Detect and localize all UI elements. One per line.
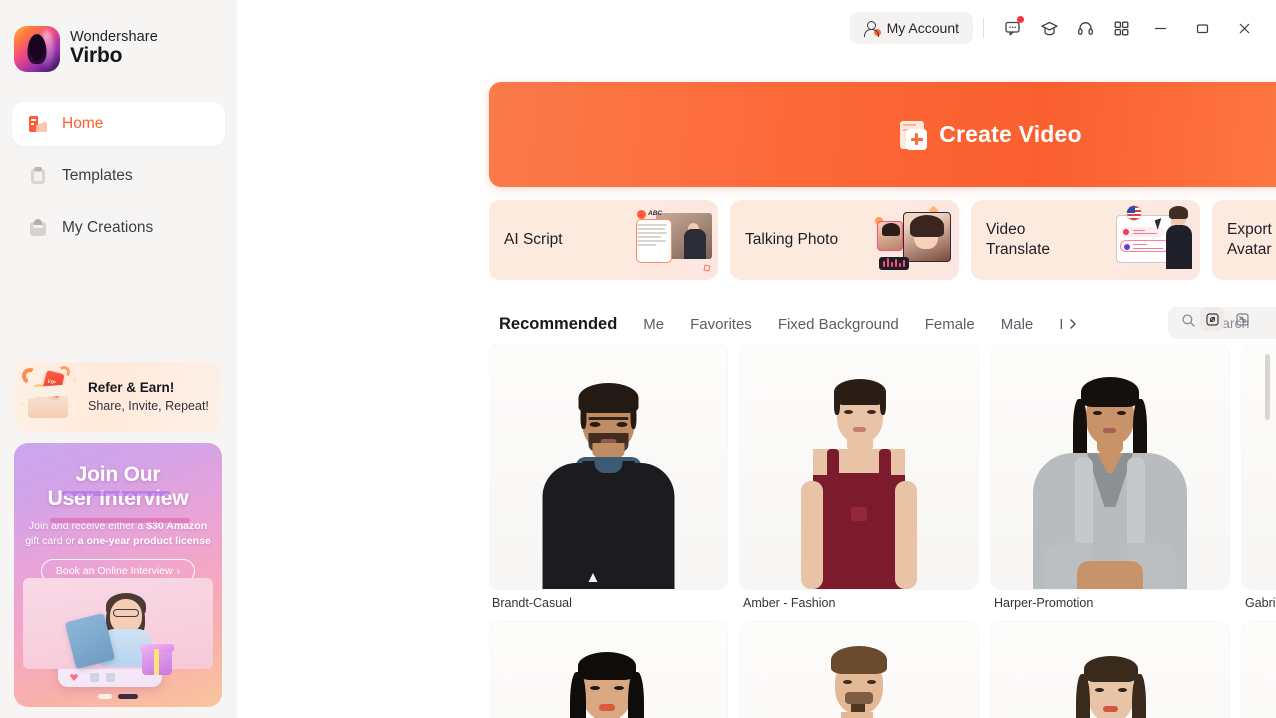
- avatar-card[interactable]: Brandt-Casual: [489, 344, 727, 610]
- my-account-label: My Account: [886, 20, 959, 36]
- tab-female[interactable]: Female: [925, 316, 991, 333]
- title-underline-2: [50, 518, 190, 523]
- interview-title-line1: Join Our: [75, 463, 161, 486]
- avatar-thumbnail: [1242, 344, 1276, 589]
- create-video-label: Create Video: [939, 121, 1082, 147]
- apps-grid-icon[interactable]: [1104, 12, 1138, 44]
- avatar-name: Gabriel-Business: [1245, 596, 1276, 610]
- avatar-card[interactable]: Amber - Fashion: [740, 344, 978, 610]
- tab-me[interactable]: Me: [643, 316, 680, 333]
- feature-card-talking-photo-label: Talking Photo: [745, 231, 839, 249]
- feature-card-talking-photo[interactable]: Talking Photo: [730, 200, 959, 280]
- avatar-grid[interactable]: Brandt-Casual Amber - Fashion Harper-Pro…: [489, 344, 1276, 718]
- headphones-support-icon[interactable]: [1068, 12, 1102, 44]
- banner-pagination-dots: [14, 694, 222, 699]
- tab-male[interactable]: Male: [1001, 316, 1050, 333]
- virbo-logo-icon: [14, 26, 60, 72]
- interview-sub-mid: or: [62, 535, 78, 548]
- avatar-card[interactable]: [489, 622, 727, 718]
- avatar-card[interactable]: [991, 622, 1229, 718]
- avatar-card[interactable]: Gabriel-Business: [1242, 344, 1276, 610]
- landscape-ratio-button[interactable]: [1230, 307, 1254, 331]
- avatar-thumbnail: [740, 344, 978, 589]
- feature-card-export-avatar-label-1: Export: [1227, 221, 1272, 239]
- search-icon: [1181, 313, 1196, 333]
- my-creations-icon: [28, 218, 48, 238]
- feature-cards-carousel: AI Script ABC Talking Photo Video Transl…: [489, 200, 1276, 280]
- tab-fixed-background[interactable]: Fixed Background: [778, 316, 915, 333]
- avatar-thumbnail: [489, 344, 727, 589]
- notification-badge: [1017, 16, 1024, 23]
- banner-dot-1[interactable]: [98, 694, 112, 699]
- gift-box-icon: [14, 362, 86, 432]
- sidebar-nav: Home Templates My Creations: [0, 102, 237, 250]
- minimize-button[interactable]: [1140, 12, 1180, 44]
- grid-scrollbar[interactable]: [1265, 350, 1270, 718]
- brand-name-bottom: Virbo: [70, 44, 123, 68]
- interview-subtitle: Join and receive either a $30 Amazon gif…: [24, 519, 212, 549]
- my-account-button[interactable]: My Account: [849, 12, 973, 44]
- avatar-card[interactable]: Harper-Promotion: [991, 344, 1229, 610]
- sidebar-item-my-creations[interactable]: My Creations: [12, 206, 225, 250]
- avatar-name: Harper-Promotion: [994, 596, 1094, 610]
- avatar-thumbnail: [1242, 622, 1276, 718]
- avatar-name: Amber - Fashion: [743, 596, 836, 610]
- feature-card-ai-script[interactable]: AI Script ABC: [489, 200, 718, 280]
- tab-favorites[interactable]: Favorites: [690, 316, 768, 333]
- feature-card-video-translate-label-2: Translate: [986, 241, 1051, 258]
- ai-script-art: ABC: [634, 207, 712, 273]
- avatar-thumbnail: [489, 622, 727, 718]
- avatar-thumbnail: [991, 344, 1229, 589]
- banner-dot-2[interactable]: [118, 694, 138, 699]
- refer-card-subtitle: Share, Invite, Repeat!: [88, 398, 209, 413]
- create-video-plus-icon: [898, 120, 928, 150]
- ratio-toggle-group: [1200, 307, 1254, 331]
- refer-and-earn-card[interactable]: Refer & Earn! Share, Invite, Repeat!: [14, 362, 222, 432]
- avatar-thumbnail: [991, 622, 1229, 718]
- maximize-button[interactable]: [1182, 12, 1222, 44]
- scrollbar-thumb[interactable]: [1265, 354, 1270, 420]
- sidebar-item-templates[interactable]: Templates: [12, 154, 225, 198]
- titlebar: My Account: [237, 0, 1276, 56]
- titlebar-divider: [983, 18, 984, 38]
- video-translate-art: [1116, 205, 1194, 273]
- feature-card-export-avatar-label-2: Avatar Only: [1227, 241, 1276, 258]
- tabs-next-chevron-icon[interactable]: [1063, 314, 1083, 334]
- sidebar-item-my-creations-label: My Creations: [62, 219, 154, 236]
- brand: Wondershare Virbo: [0, 0, 237, 72]
- sidebar-item-templates-label: Templates: [62, 167, 133, 184]
- sidebar-item-home-label: Home: [62, 115, 104, 132]
- templates-icon: [28, 166, 48, 186]
- avatar-thumbnail: [740, 622, 978, 718]
- interview-illustration: [14, 569, 222, 691]
- user-interview-banner[interactable]: Join Our User Interview Join and receive…: [14, 443, 222, 707]
- avatar-name: Brandt-Casual: [492, 596, 572, 610]
- create-video-button[interactable]: Create Video: [489, 82, 1276, 187]
- avatar-card[interactable]: [1242, 622, 1276, 718]
- sidebar: Wondershare Virbo Home Templates My Crea…: [0, 0, 237, 718]
- talking-photo-art: [875, 205, 953, 273]
- refer-card-title: Refer & Earn!: [88, 380, 175, 396]
- user-account-icon: [863, 20, 881, 37]
- interview-sub-pre2: gift card: [25, 535, 63, 548]
- home-icon: [28, 114, 48, 134]
- portrait-ratio-button[interactable]: [1200, 307, 1224, 331]
- graduation-cap-icon[interactable]: [1032, 12, 1066, 44]
- tab-recommended[interactable]: Recommended: [489, 315, 633, 334]
- avatar-filter-tabs: Recommended Me Favorites Fixed Backgroun…: [489, 306, 1276, 342]
- interview-sub-bold2: a one-year product license: [77, 535, 211, 548]
- sidebar-item-home[interactable]: Home: [12, 102, 225, 146]
- feature-card-video-translate[interactable]: Video Translate: [971, 200, 1200, 280]
- main-content: My Account Create Video AI Script ABC Ta…: [237, 0, 1276, 718]
- feature-card-export-avatar-only[interactable]: Export Avatar Only: [1212, 200, 1276, 280]
- brand-name-top: Wondershare: [70, 28, 158, 45]
- feature-card-ai-script-label: AI Script: [504, 231, 563, 249]
- avatar-card[interactable]: [740, 622, 978, 718]
- title-underline-1: [62, 491, 170, 496]
- feature-card-video-translate-label-1: Video: [986, 221, 1026, 239]
- feedback-chat-icon[interactable]: [996, 12, 1030, 44]
- close-button[interactable]: [1224, 12, 1264, 44]
